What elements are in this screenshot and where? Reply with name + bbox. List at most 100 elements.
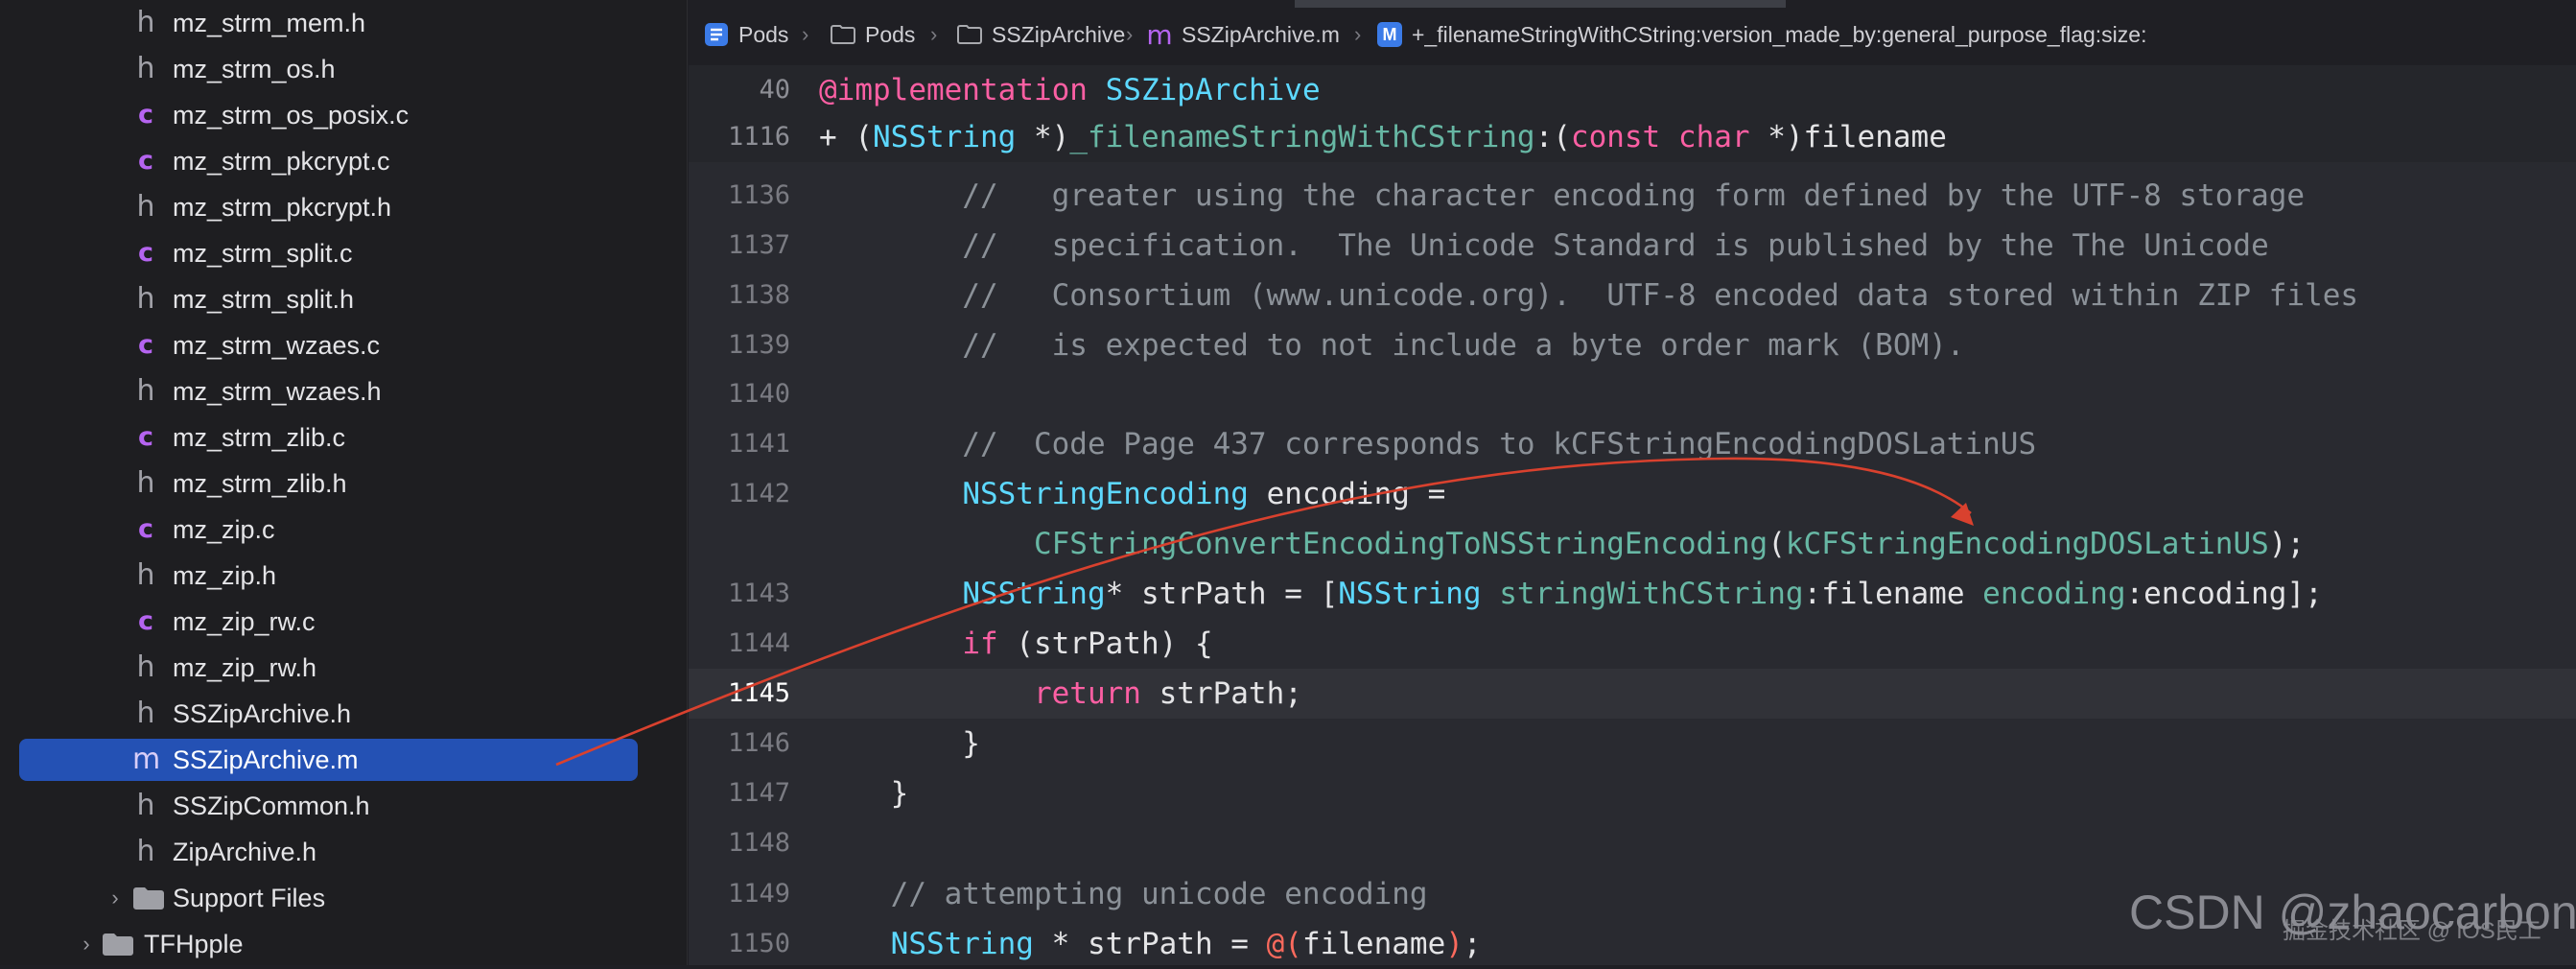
objc-source-file-icon: m xyxy=(132,743,161,776)
header-file-icon: h xyxy=(136,697,155,730)
line-number: 1144 xyxy=(727,628,790,658)
code-line[interactable]: 1136 // greater using the character enco… xyxy=(689,171,2576,221)
file-item[interactable]: h mz_strm_mem.h xyxy=(0,0,687,46)
code-line[interactable]: CFStringConvertEncodingToNSStringEncodin… xyxy=(689,519,2576,569)
line-number: 1150 xyxy=(727,929,790,958)
sticky-scope-header[interactable]: 40 @implementation SSZipArchive xyxy=(689,65,2576,115)
file-item[interactable]: h SSZipArchive.h xyxy=(0,691,687,737)
c-source-file-icon: c xyxy=(137,514,153,544)
code-text: @implementation SSZipArchive xyxy=(819,73,1321,107)
group-tfhpple[interactable]: › TFHpple xyxy=(0,921,687,965)
file-name: mz_zip_rw.h xyxy=(173,653,317,682)
code-line[interactable]: 1147 } xyxy=(689,768,2576,818)
header-file-icon: h xyxy=(136,650,155,684)
disclosure-chevron-icon[interactable]: › xyxy=(77,921,96,965)
file-item[interactable]: c mz_zip.c xyxy=(0,507,687,553)
sticky-scope-header[interactable]: 1116 + (NSString *)_filenameStringWithCSt… xyxy=(689,112,2576,162)
file-name: mz_strm_wzaes.h xyxy=(173,377,382,406)
line-number: 40 xyxy=(759,75,790,105)
code-text: // is expected to not include a byte ord… xyxy=(819,328,1965,363)
project-icon xyxy=(702,20,731,49)
header-file-icon: h xyxy=(136,789,155,822)
file-name: mz_strm_split.h xyxy=(173,285,355,314)
file-name: mz_strm_zlib.h xyxy=(173,469,347,498)
file-item[interactable]: h mz_strm_os.h xyxy=(0,46,687,92)
group-label: TFHpple xyxy=(144,930,244,958)
code-editor[interactable]: Pods Pods SSZipArchive m SSZipArchive.m M +_fi… xyxy=(689,0,2576,965)
file-item[interactable]: h mz_zip_rw.h xyxy=(0,645,687,691)
header-file-icon: h xyxy=(136,52,155,85)
code-text: // Code Page 437 corresponds to kCFStrin… xyxy=(819,427,2037,461)
file-name: SSZipArchive.h xyxy=(173,699,352,728)
file-name: mz_strm_pkcrypt.c xyxy=(173,147,390,176)
file-item[interactable]: h SSZipCommon.h xyxy=(0,783,687,829)
tab-indicator xyxy=(1295,0,1786,8)
line-number: 1116 xyxy=(727,122,790,152)
code-line[interactable]: 1138 // Consortium (www.unicode.org). UT… xyxy=(689,271,2576,320)
file-name: mz_strm_split.c xyxy=(173,239,353,268)
file-item[interactable]: c mz_strm_zlib.c xyxy=(0,414,687,461)
breadcrumb-item[interactable]: M +_filenameStringWithCString:version_mad… xyxy=(1375,19,2146,50)
file-name: mz_strm_mem.h xyxy=(173,9,366,37)
code-line[interactable]: 1139 // is expected to not include a byt… xyxy=(689,320,2576,370)
c-source-file-icon: c xyxy=(137,422,153,452)
breadcrumb-item[interactable]: SSZipArchive xyxy=(955,19,1125,50)
breadcrumb-label: SSZipArchive.m xyxy=(1182,21,1340,47)
file-item[interactable]: h mz_strm_split.h xyxy=(0,276,687,322)
code-line[interactable]: 1140 xyxy=(689,369,2576,419)
breadcrumb-separator: › xyxy=(1354,22,1362,46)
code-line[interactable]: 1144 if (strPath) { xyxy=(689,619,2576,669)
code-line[interactable]: 1143 NSString* strPath = [NSString strin… xyxy=(689,569,2576,619)
file-item[interactable]: h mz_zip.h xyxy=(0,553,687,599)
code-line[interactable]: 1146 } xyxy=(689,719,2576,768)
jump-bar: Pods Pods SSZipArchive m SSZipArchive.m M +_fi… xyxy=(689,0,2576,70)
file-item[interactable]: c mz_strm_split.c xyxy=(0,230,687,276)
file-name: mz_strm_zlib.c xyxy=(173,423,346,452)
file-item[interactable]: m SSZipArchive.m xyxy=(0,737,687,783)
header-file-icon: h xyxy=(136,190,155,224)
code-line[interactable]: 1142 NSStringEncoding encoding = xyxy=(689,469,2576,519)
file-name: mz_zip.h xyxy=(173,561,277,590)
header-file-icon: h xyxy=(136,466,155,500)
file-item[interactable]: c mz_strm_pkcrypt.c xyxy=(0,138,687,184)
folder-support-files[interactable]: › Support Files xyxy=(0,875,687,921)
c-source-file-icon: c xyxy=(137,238,153,268)
file-item[interactable]: c mz_zip_rw.c xyxy=(0,599,687,645)
header-file-icon: h xyxy=(136,282,155,316)
method-icon: M xyxy=(1375,20,1404,49)
file-name: mz_strm_pkcrypt.h xyxy=(173,193,392,222)
code-text: CFStringConvertEncodingToNSStringEncodin… xyxy=(1033,527,2306,561)
file-item[interactable]: h mz_strm_zlib.h xyxy=(0,461,687,507)
header-file-icon: h xyxy=(136,835,155,868)
breadcrumb-item[interactable]: m SSZipArchive.m xyxy=(1145,18,1340,51)
file-item[interactable]: h mz_strm_pkcrypt.h xyxy=(0,184,687,230)
disclosure-chevron-icon[interactable]: › xyxy=(105,875,125,921)
file-item[interactable]: h ZipArchive.h xyxy=(0,829,687,875)
line-number: 1145 xyxy=(727,678,790,708)
breadcrumb-item[interactable]: Pods xyxy=(829,19,915,50)
code-line[interactable]: 1137 // specification. The Unicode Stand… xyxy=(689,221,2576,271)
line-number: 1140 xyxy=(727,379,790,409)
c-source-file-icon: c xyxy=(137,606,153,636)
code-text: // greater using the character encoding … xyxy=(819,178,2306,213)
file-item[interactable]: h mz_strm_wzaes.h xyxy=(0,368,687,414)
objc-source-file-icon: m xyxy=(1146,18,1173,51)
breadcrumb-label: Pods xyxy=(738,21,789,47)
file-item[interactable]: c mz_strm_os_posix.c xyxy=(0,92,687,138)
line-number: 1149 xyxy=(727,879,790,909)
current-code-line[interactable]: 1145 return strPath; xyxy=(689,669,2576,719)
code-text: NSStringEncoding encoding = xyxy=(962,477,1446,511)
file-name: ZipArchive.h xyxy=(173,838,317,866)
line-number: 1142 xyxy=(727,479,790,508)
code-line[interactable]: 1141 // Code Page 437 corresponds to kCF… xyxy=(689,419,2576,469)
file-name: mz_zip.c xyxy=(173,515,275,544)
header-file-icon: h xyxy=(136,6,155,39)
code-text: // Consortium (www.unicode.org). UTF-8 e… xyxy=(819,278,2359,313)
breadcrumb-item[interactable]: Pods xyxy=(702,19,788,50)
folder-label: Support Files xyxy=(173,884,326,912)
file-item[interactable]: c mz_strm_wzaes.c xyxy=(0,322,687,368)
line-number: 1138 xyxy=(727,280,790,310)
folder-icon xyxy=(955,20,984,49)
code-line[interactable]: 1148 xyxy=(689,818,2576,868)
line-number: 1147 xyxy=(727,778,790,808)
